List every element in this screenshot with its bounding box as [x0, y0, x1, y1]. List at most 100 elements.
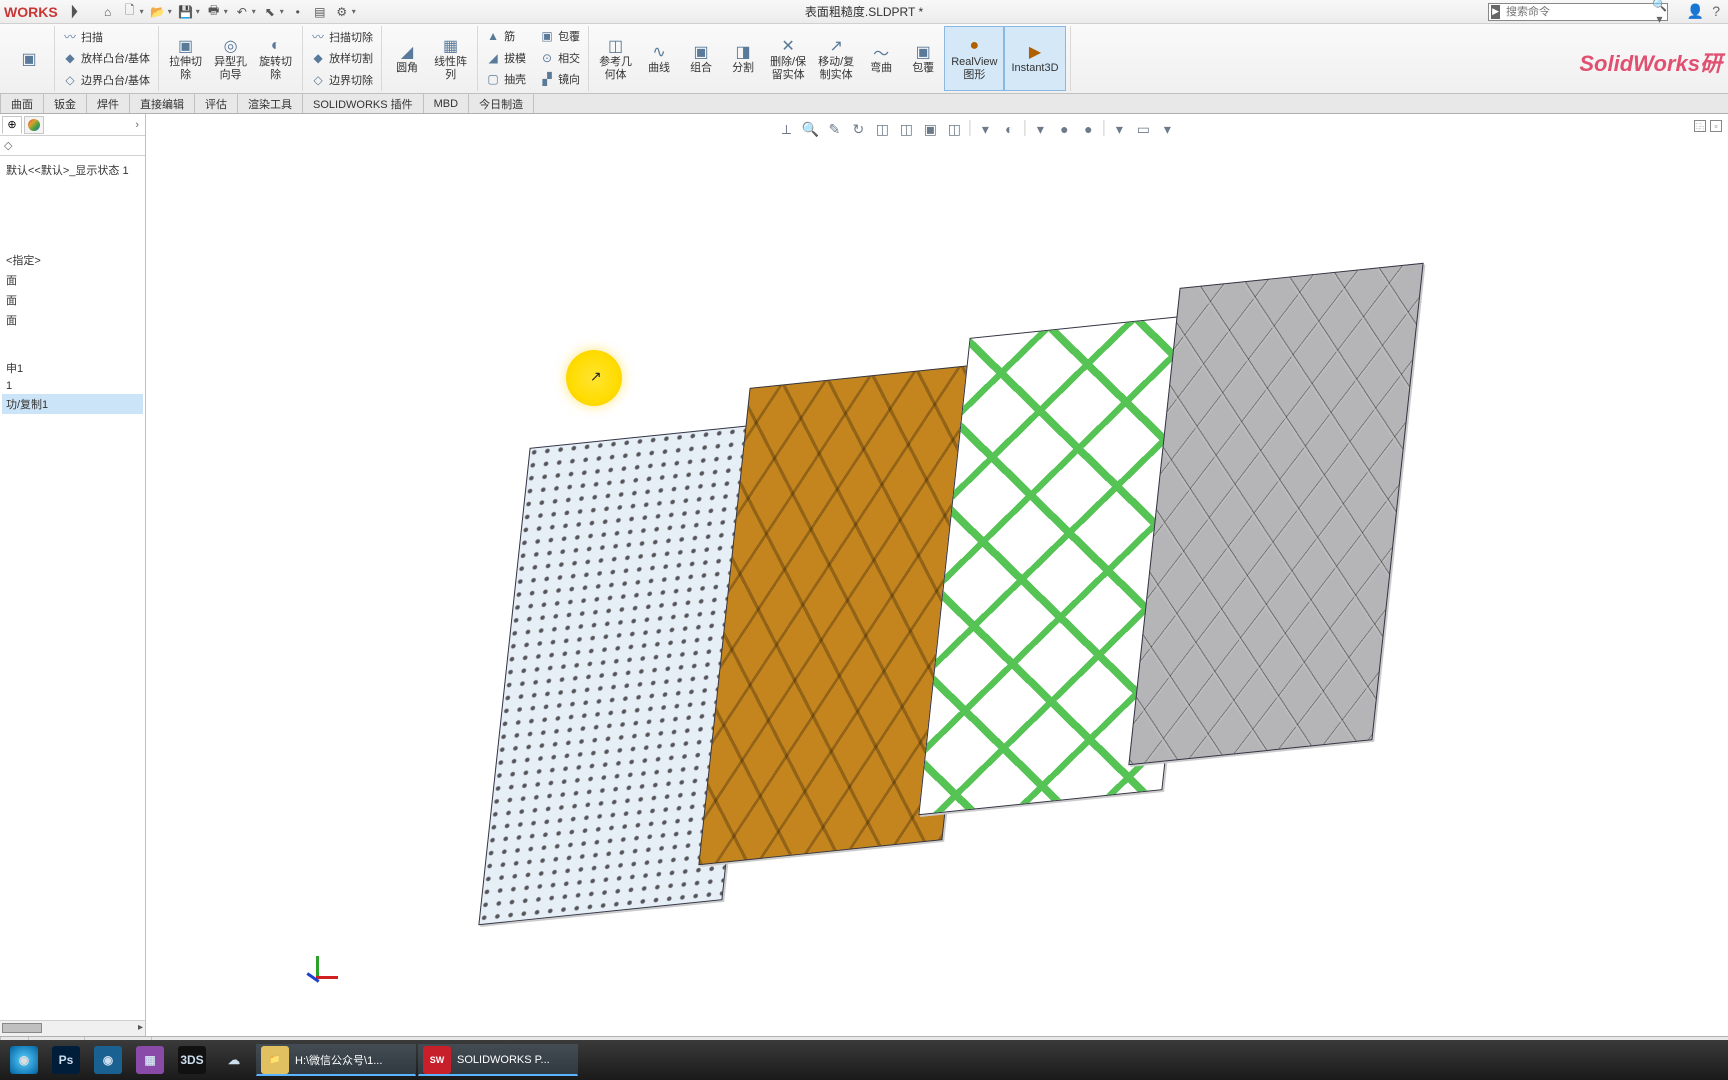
hud-button-5[interactable]: ◫	[897, 120, 915, 138]
hud-button-11[interactable]: ●	[1055, 120, 1073, 138]
hud-button-2[interactable]: ✎	[825, 120, 843, 138]
qat-dropdown-icon[interactable]: ▾	[280, 7, 284, 16]
cut-group-1[interactable]: ◎异型孔 向导	[208, 26, 253, 91]
cut-group-0[interactable]: ▣拉伸切 除	[163, 26, 208, 91]
qat-button-1[interactable]: 🗋	[120, 3, 140, 21]
logo-menu-arrow-icon[interactable]	[68, 5, 82, 19]
hud-button-4[interactable]: ◫	[873, 120, 891, 138]
qat-button-9[interactable]: ⚙	[332, 3, 352, 21]
misc-group-4[interactable]: ▢抽壳	[482, 69, 530, 89]
qat-dropdown-icon[interactable]: ▾	[252, 7, 256, 16]
cmd-tab-6[interactable]: SOLIDWORKS 插件	[303, 94, 424, 113]
qat-button-2[interactable]: 📂	[148, 3, 168, 21]
taskbar-item-3[interactable]: ▦	[130, 1044, 170, 1076]
cut-group-2[interactable]: ◐旋转切 除	[253, 26, 298, 91]
cmd-tab-0[interactable]: 曲面	[0, 94, 44, 113]
fm-horizontal-scrollbar[interactable]: ▸	[0, 1020, 145, 1036]
ref-group-7[interactable]: ▣包覆	[902, 26, 944, 91]
misc-group-2[interactable]: ◢拔模	[482, 48, 530, 68]
fm-item-4[interactable]	[2, 330, 143, 358]
fm-root[interactable]: 默认<<默认>_显示状态 1	[2, 160, 143, 180]
hud-button-3[interactable]: ↻	[849, 120, 867, 138]
fm-item-7[interactable]: 功/复制1	[2, 394, 143, 414]
qat-dropdown-icon[interactable]: ▾	[196, 7, 200, 16]
qat-dropdown-icon[interactable]: ▾	[168, 7, 172, 16]
fillet-group-1[interactable]: ▦线性阵 列	[428, 26, 473, 91]
hud-button-12[interactable]: ●	[1079, 120, 1097, 138]
misc-group-1[interactable]: ▣包覆	[536, 26, 584, 46]
taskbar-item-1[interactable]: Ps	[46, 1044, 86, 1076]
ref-group-0[interactable]: ◫参考几 何体	[593, 26, 638, 91]
cut-sweep-group-0[interactable]: 〰扫描切除	[307, 27, 377, 47]
cmd-tab-4[interactable]: 评估	[195, 94, 238, 113]
qat-button-3[interactable]: 💾	[176, 3, 196, 21]
fm-item-6[interactable]: 1	[2, 378, 143, 394]
fm-item-0[interactable]: <指定>	[2, 250, 143, 270]
misc-group-0[interactable]: ▲筋	[482, 26, 530, 46]
misc-group-5[interactable]: ▞镜向	[536, 69, 584, 89]
taskbar-item-6[interactable]: 📁H:\微信公众号\1...	[256, 1044, 416, 1076]
help-icon[interactable]: ?	[1712, 3, 1720, 20]
graphics-viewport[interactable]: ⟂🔍✎↻◫◫▣◫▾◐▾●●▾▭▾ ⿻ ▫	[146, 114, 1728, 1036]
taskbar-item-5[interactable]: ☁	[214, 1044, 254, 1076]
vp-expand-icon[interactable]: ⿻	[1694, 120, 1706, 132]
orientation-triad[interactable]	[298, 956, 338, 996]
cmd-tab-2[interactable]: 焊件	[87, 94, 130, 113]
hud-button-7[interactable]: ◫	[945, 120, 963, 138]
hud-button-10[interactable]: ▾	[1031, 120, 1049, 138]
ref-group-2[interactable]: ▣组合	[680, 26, 722, 91]
extrude-boss-button[interactable]: ▣	[8, 26, 50, 91]
cut-sweep-group-2[interactable]: ◇边界切除	[307, 70, 377, 90]
ref-group-6[interactable]: 〜弯曲	[860, 26, 902, 91]
cmd-tab-8[interactable]: 今日制造	[469, 94, 534, 113]
fm-item-5[interactable]: 申1	[2, 358, 143, 378]
fillet-group-0[interactable]: ◢圆角	[386, 26, 428, 91]
taskbar-item-0[interactable]: ◉	[4, 1044, 44, 1076]
search-input[interactable]	[1502, 6, 1652, 18]
qat-dropdown-icon[interactable]: ▾	[224, 7, 228, 16]
qat-button-7[interactable]: •	[288, 3, 308, 21]
hud-button-0[interactable]: ⟂	[777, 120, 795, 138]
ref-group-1[interactable]: ∿曲线	[638, 26, 680, 91]
fm-scroll-right-arrow-icon[interactable]: ▸	[138, 1022, 143, 1033]
hud-button-9[interactable]: ◐	[1000, 120, 1018, 138]
hud-button-1[interactable]: 🔍	[801, 120, 819, 138]
taskbar-item-2[interactable]: ◉	[88, 1044, 128, 1076]
fm-tab-appearance[interactable]	[24, 116, 44, 134]
qat-button-4[interactable]: 🖶	[204, 3, 224, 21]
hud-button-13[interactable]: ▾	[1110, 120, 1128, 138]
ref-group-5[interactable]: ↗移动/复 制实体	[812, 26, 860, 91]
qat-dropdown-icon[interactable]: ▾	[352, 7, 356, 16]
hud-button-14[interactable]: ▭	[1134, 120, 1152, 138]
misc-group-3[interactable]: ⊙相交	[536, 48, 584, 68]
fm-filter-left-icon[interactable]: ◇	[4, 139, 12, 152]
hud-button-15[interactable]: ▾	[1158, 120, 1176, 138]
fm-expand-icon[interactable]: ›	[131, 119, 143, 131]
fm-item-3[interactable]: 面	[2, 310, 143, 330]
qat-button-5[interactable]: ↶	[232, 3, 252, 21]
qat-button-0[interactable]: ⌂	[98, 3, 118, 21]
fm-tab-feature-tree[interactable]: ⊕	[2, 116, 22, 134]
search-icon[interactable]: 🔍▾	[1652, 0, 1667, 26]
cmd-tab-5[interactable]: 渲染工具	[238, 94, 303, 113]
ref-group-4[interactable]: ✕删除/保 留实体	[764, 26, 812, 91]
fm-scroll-thumb[interactable]	[2, 1023, 42, 1033]
vp-collapse-icon[interactable]: ▫	[1710, 120, 1722, 132]
qat-button-6[interactable]: ⬉	[260, 3, 280, 21]
cmd-tab-1[interactable]: 钣金	[44, 94, 87, 113]
sweep-group-0[interactable]: 〰扫描	[59, 27, 154, 47]
qat-dropdown-icon[interactable]: ▾	[140, 7, 144, 16]
ref-group-3[interactable]: ◨分割	[722, 26, 764, 91]
cut-sweep-group-1[interactable]: ◆放样切割	[307, 48, 377, 68]
qat-button-8[interactable]: ▤	[310, 3, 330, 21]
user-icon[interactable]: 👤	[1687, 3, 1704, 20]
cmd-tab-3[interactable]: 直接编辑	[130, 94, 195, 113]
ref-group-9[interactable]: ▶Instant3D	[1004, 26, 1065, 91]
fm-item-1[interactable]: 面	[2, 270, 143, 290]
fm-item-2[interactable]: 面	[2, 290, 143, 310]
taskbar-item-4[interactable]: 3DS	[172, 1044, 212, 1076]
search-play-icon[interactable]: ▶	[1491, 5, 1500, 19]
sweep-group-1[interactable]: ◆放样凸台/基体	[59, 48, 154, 68]
command-search[interactable]: ▶ 🔍▾	[1488, 3, 1668, 21]
hud-button-6[interactable]: ▣	[921, 120, 939, 138]
